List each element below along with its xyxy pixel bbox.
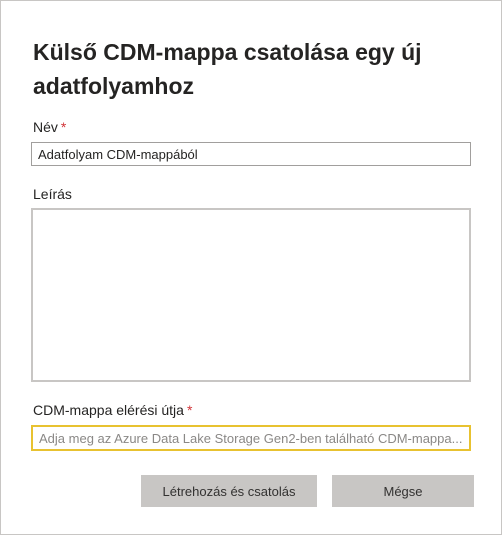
- attach-cdm-folder-dialog: Külső CDM-mappa csatolása egy új adatfol…: [0, 0, 502, 535]
- dialog-title: Külső CDM-mappa csatolása egy új adatfol…: [33, 39, 422, 99]
- name-label: Név *: [33, 118, 66, 136]
- cancel-button[interactable]: Mégse: [332, 475, 474, 507]
- name-input[interactable]: [31, 142, 471, 166]
- name-required-marker: *: [60, 119, 67, 135]
- description-label: Leírás: [33, 186, 72, 202]
- name-label-text: Név: [33, 119, 58, 135]
- cdm-path-input[interactable]: [31, 425, 471, 451]
- description-textarea[interactable]: [31, 208, 471, 382]
- cdm-path-label-text: CDM-mappa elérési útja: [33, 402, 184, 418]
- cdm-path-label: CDM-mappa elérési útja *: [33, 401, 192, 419]
- create-and-attach-button[interactable]: Létrehozás és csatolás: [141, 475, 317, 507]
- cdm-path-required-marker: *: [186, 402, 193, 418]
